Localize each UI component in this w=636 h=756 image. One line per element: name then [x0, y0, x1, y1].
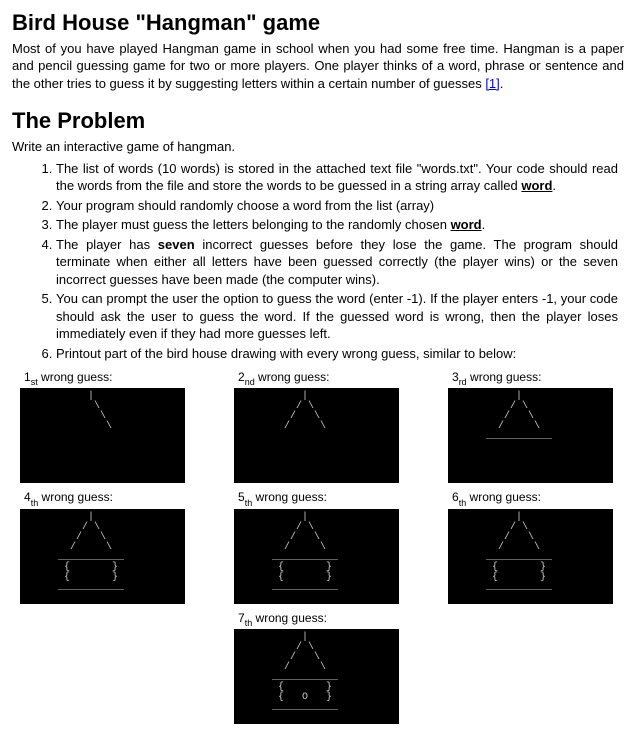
console-output: | / \ / \ / \ ___________ { } { O } ____…	[234, 629, 399, 724]
requirements-list: The list of words (10 words) is stored i…	[12, 160, 624, 363]
item-text: .	[482, 217, 486, 232]
figure-label: 7th wrong guess:	[234, 610, 402, 629]
list-item: The player has seven incorrect guesses b…	[56, 236, 624, 289]
figure-3: 3rd wrong guess: | / \ / \ / \ _________…	[448, 369, 616, 484]
item-text: The player must guess the letters belong…	[56, 217, 451, 232]
console-output: | / \ / \ / \ ___________ { } { } ______…	[20, 509, 185, 604]
list-item: The player must guess the letters belong…	[56, 216, 624, 234]
console-output: | / \ / \ / \	[234, 388, 399, 483]
figure-7: 7th wrong guess: | / \ / \ / \ _________…	[234, 610, 402, 725]
problem-subline: Write an interactive game of hangman.	[12, 138, 624, 156]
list-item: You can prompt the user the option to gu…	[56, 290, 624, 343]
figure-2: 2nd wrong guess: | / \ / \ / \	[234, 369, 402, 484]
item-text: .	[552, 178, 556, 193]
keyword-word: word	[521, 178, 552, 193]
figure-label: 5th wrong guess:	[234, 489, 402, 508]
figure-label: 4th wrong guess:	[20, 489, 188, 508]
keyword-word: word	[451, 217, 482, 232]
figures-grid: 1st wrong guess: | \ \ \ 2nd wrong guess…	[12, 369, 624, 731]
item-text: The player has	[56, 237, 158, 252]
console-output: | \ \ \	[20, 388, 185, 483]
console-output: | / \ / \ / \ ___________ { } { } ______…	[448, 509, 613, 604]
figure-label: 3rd wrong guess:	[448, 369, 616, 388]
list-item: Your program should randomly choose a wo…	[56, 197, 624, 215]
item-text: You can prompt the user the option to gu…	[56, 291, 618, 341]
intro-paragraph: Most of you have played Hangman game in …	[12, 40, 624, 93]
console-output: | / \ / \ / \ ___________ { } { } ______…	[234, 509, 399, 604]
figure-label: 1st wrong guess:	[20, 369, 188, 388]
reference-link[interactable]: [1]	[485, 76, 499, 91]
item-text: Your program should randomly choose a wo…	[56, 198, 434, 213]
figure-4: 4th wrong guess: | / \ / \ / \ _________…	[20, 489, 188, 604]
keyword-seven: seven	[158, 237, 195, 252]
problem-heading: The Problem	[12, 106, 624, 136]
item-text: Printout part of the bird house drawing …	[56, 346, 516, 361]
list-item: Printout part of the bird house drawing …	[56, 345, 624, 363]
figure-5: 5th wrong guess: | / \ / \ / \ _________…	[234, 489, 402, 604]
intro-text: Most of you have played Hangman game in …	[12, 41, 624, 91]
console-output: | / \ / \ / \ ___________	[448, 388, 613, 483]
figure-6: 6th wrong guess: | / \ / \ / \ _________…	[448, 489, 616, 604]
page-title: Bird House "Hangman" game	[12, 8, 624, 38]
figure-label: 2nd wrong guess:	[234, 369, 402, 388]
list-item: The list of words (10 words) is stored i…	[56, 160, 624, 195]
figure-1: 1st wrong guess: | \ \ \	[20, 369, 188, 484]
figure-label: 6th wrong guess:	[448, 489, 616, 508]
